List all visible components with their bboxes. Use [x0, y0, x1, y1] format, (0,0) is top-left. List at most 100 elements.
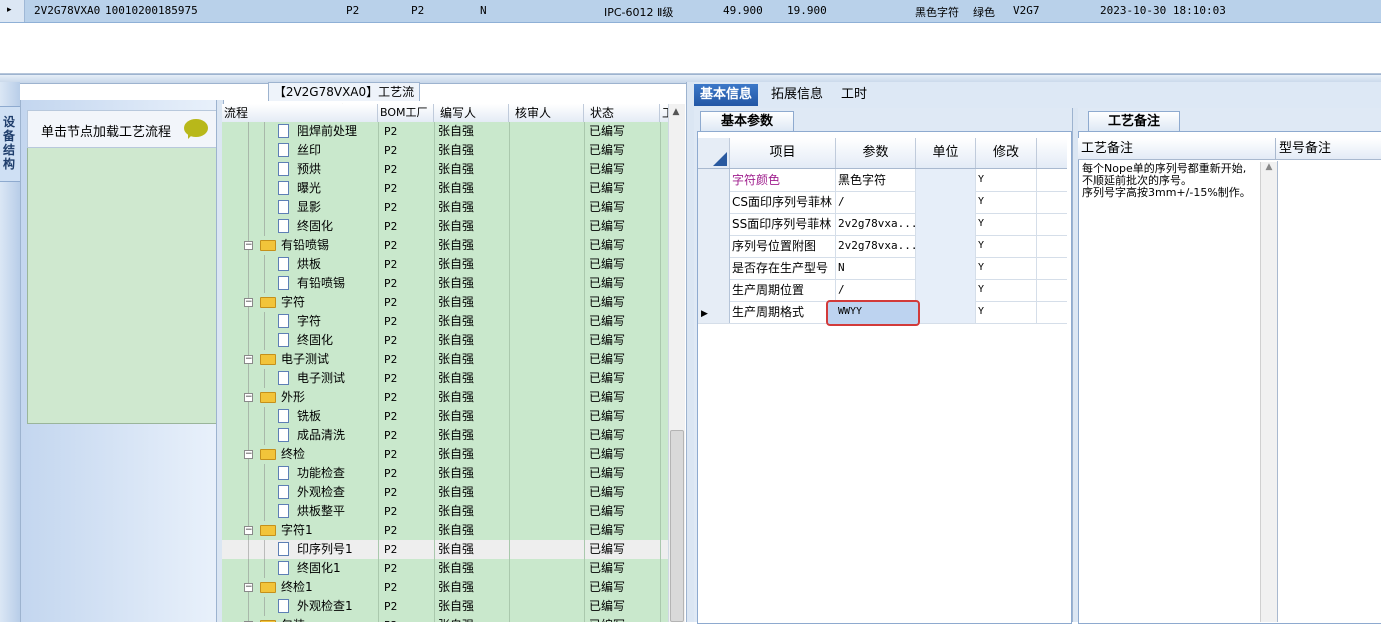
col-model-remark[interactable]: 型号备注: [1276, 138, 1381, 160]
row-header[interactable]: [698, 235, 730, 257]
param-value[interactable]: 2v2g78vxa...: [836, 213, 916, 235]
tree-leaf-row[interactable]: 电子测试 P2 张自强 已编写: [222, 369, 668, 388]
param-row[interactable]: CS面印序列号菲林 / Y: [698, 191, 1067, 214]
row-header[interactable]: [698, 279, 730, 301]
param-value[interactable]: /: [836, 279, 916, 301]
top-grid-row[interactable]: ▸ 2V2G78VXA0 10010200185975 P2 P2 N IPC-…: [0, 0, 1381, 23]
row-header[interactable]: [698, 169, 730, 191]
collapse-toggle-icon[interactable]: −: [244, 526, 253, 535]
param-row[interactable]: SS面印序列号菲林 2v2g78vxa... Y: [698, 213, 1067, 236]
collapse-toggle-icon[interactable]: −: [244, 355, 253, 364]
tree-leaf-row[interactable]: 曝光 P2 张自强 已编写: [222, 179, 668, 198]
col-modify[interactable]: 修改: [976, 138, 1037, 168]
process-tree[interactable]: 阻焊前处理 P2 张自强 已编写 丝印 P2 张自强 已编写 预烘 P2 张自强 已编写 曝光 P2 张自强…: [222, 122, 668, 622]
param-item[interactable]: 生产周期格式: [730, 301, 836, 323]
param-unit[interactable]: [916, 301, 976, 323]
row-header[interactable]: [698, 191, 730, 213]
param-item[interactable]: 序列号位置附图: [730, 235, 836, 257]
tree-folder-row[interactable]: −包装P2张自强已编写: [222, 616, 668, 622]
tree-leaf-row[interactable]: 阻焊前处理 P2 张自强 已编写: [222, 122, 668, 141]
col-extra[interactable]: 工: [660, 104, 668, 122]
tree-folder-row[interactable]: − 字符 P2 张自强 已编写: [222, 293, 668, 312]
param-row[interactable]: 生产周期位置 / Y: [698, 279, 1067, 302]
row-header[interactable]: [698, 257, 730, 279]
col-item[interactable]: 项目: [730, 138, 836, 168]
tree-folder-row[interactable]: − 终检 P2 张自强 已编写: [222, 445, 668, 464]
col-reviewer[interactable]: 核审人: [509, 104, 584, 122]
tree-leaf-row[interactable]: 丝印 P2 张自强 已编写: [222, 141, 668, 160]
tree-folder-row[interactable]: − 外形 P2 张自强 已编写: [222, 388, 668, 407]
param-row[interactable]: 字符颜色 黑色字符 Y: [698, 169, 1067, 192]
col-param[interactable]: 参数: [836, 138, 916, 168]
col-flow[interactable]: 流程: [222, 104, 378, 122]
tree-leaf-row[interactable]: 终固化 P2 张自强 已编写: [222, 331, 668, 350]
param-modify-flag[interactable]: Y: [976, 279, 1037, 301]
process-remark-text[interactable]: 每个Nope单的序列号都重新开始, 不顺延前批次的序号。 序列号字高按3mm+/…: [1082, 163, 1260, 199]
col-status[interactable]: 状态: [584, 104, 660, 122]
col-bom-factory[interactable]: BOM工厂: [378, 104, 434, 122]
collapse-toggle-icon[interactable]: −: [244, 450, 253, 459]
tree-leaf-row[interactable]: 显影 P2 张自强 已编写: [222, 198, 668, 217]
param-value[interactable]: N: [836, 257, 916, 279]
tree-leaf-row[interactable]: 外观检查 P2 张自强 已编写: [222, 483, 668, 502]
col-unit[interactable]: 单位: [916, 138, 976, 168]
tree-leaf-row[interactable]: 有铅喷锡 P2 张自强 已编写: [222, 274, 668, 293]
param-item[interactable]: CS面印序列号菲林: [730, 191, 836, 213]
tree-leaf-row[interactable]: 预烘 P2 张自强 已编写: [222, 160, 668, 179]
scroll-up-arrow-icon[interactable]: ▲: [1266, 162, 1273, 172]
param-row[interactable]: 是否存在生产型号 N Y: [698, 257, 1067, 280]
tree-leaf-row[interactable]: 烘板整平 P2 张自强 已编写: [222, 502, 668, 521]
row-header[interactable]: ▶: [698, 301, 730, 323]
tab-basic-params[interactable]: 基本参数: [700, 111, 794, 132]
param-unit[interactable]: [916, 191, 976, 213]
param-modify-flag[interactable]: Y: [976, 169, 1037, 191]
param-value[interactable]: 2v2g78vxa...: [836, 235, 916, 257]
tree-scroll-thumb[interactable]: [670, 430, 684, 622]
param-unit[interactable]: [916, 235, 976, 257]
tree-folder-row[interactable]: − 电子测试 P2 张自强 已编写: [222, 350, 668, 369]
tab-basic-info[interactable]: 基本信息: [694, 84, 759, 106]
tree-leaf-row[interactable]: 印序列号1 P2 张自强 已编写: [222, 540, 668, 559]
tree-leaf-row[interactable]: 功能检查 P2 张自强 已编写: [222, 464, 668, 483]
collapse-toggle-icon[interactable]: −: [244, 241, 253, 250]
collapse-toggle-icon[interactable]: −: [244, 393, 253, 402]
collapse-toggle-icon[interactable]: −: [244, 298, 253, 307]
param-modify-flag[interactable]: Y: [976, 301, 1037, 323]
device-structure-tab[interactable]: 设备结构: [0, 106, 21, 182]
current-cell-value[interactable]: WWYY: [838, 306, 862, 317]
param-modify-flag[interactable]: Y: [976, 235, 1037, 257]
param-item[interactable]: 是否存在生产型号: [730, 257, 836, 279]
tree-folder-row[interactable]: − 终检1 P2 张自强 已编写: [222, 578, 668, 597]
param-unit[interactable]: [916, 279, 976, 301]
tab-process-remark[interactable]: 工艺备注: [1088, 111, 1180, 132]
param-modify-flag[interactable]: Y: [976, 191, 1037, 213]
col-process-remark[interactable]: 工艺备注: [1078, 138, 1276, 160]
model-remark-cell[interactable]: [1277, 161, 1381, 622]
col-writer[interactable]: 编写人: [434, 104, 509, 122]
param-item[interactable]: SS面印序列号菲林: [730, 213, 836, 235]
tree-leaf-row[interactable]: 烘板 P2 张自强 已编写: [222, 255, 668, 274]
param-value[interactable]: /: [836, 191, 916, 213]
tab-extended-info[interactable]: 拓展信息: [765, 84, 829, 106]
param-unit[interactable]: [916, 213, 976, 235]
remark-scrollbar[interactable]: ▲: [1260, 162, 1277, 622]
param-row[interactable]: 序列号位置附图 2v2g78vxa... Y: [698, 235, 1067, 258]
tree-leaf-row[interactable]: 外观检查1 P2 张自强 已编写: [222, 597, 668, 616]
tree-leaf-row[interactable]: 成品清洗 P2 张自强 已编写: [222, 426, 668, 445]
param-value[interactable]: 黑色字符: [836, 169, 916, 191]
param-unit[interactable]: [916, 169, 976, 191]
tree-leaf-row[interactable]: 字符 P2 张自强 已编写: [222, 312, 668, 331]
param-item[interactable]: 字符颜色: [730, 169, 836, 191]
param-modify-flag[interactable]: Y: [976, 257, 1037, 279]
tree-folder-row[interactable]: − 有铅喷锡 P2 张自强 已编写: [222, 236, 668, 255]
tab-work-hours[interactable]: 工时: [835, 84, 873, 106]
scroll-up-arrow-icon[interactable]: ▲: [668, 104, 684, 120]
tree-leaf-row[interactable]: 终固化 P2 张自强 已编写: [222, 217, 668, 236]
param-unit[interactable]: [916, 257, 976, 279]
tree-folder-row[interactable]: − 字符1 P2 张自强 已编写: [222, 521, 668, 540]
tree-leaf-row[interactable]: 铣板 P2 张自强 已编写: [222, 407, 668, 426]
param-modify-flag[interactable]: Y: [976, 213, 1037, 235]
tree-leaf-row[interactable]: 终固化1 P2 张自强 已编写: [222, 559, 668, 578]
row-header[interactable]: [698, 213, 730, 235]
param-item[interactable]: 生产周期位置: [730, 279, 836, 301]
